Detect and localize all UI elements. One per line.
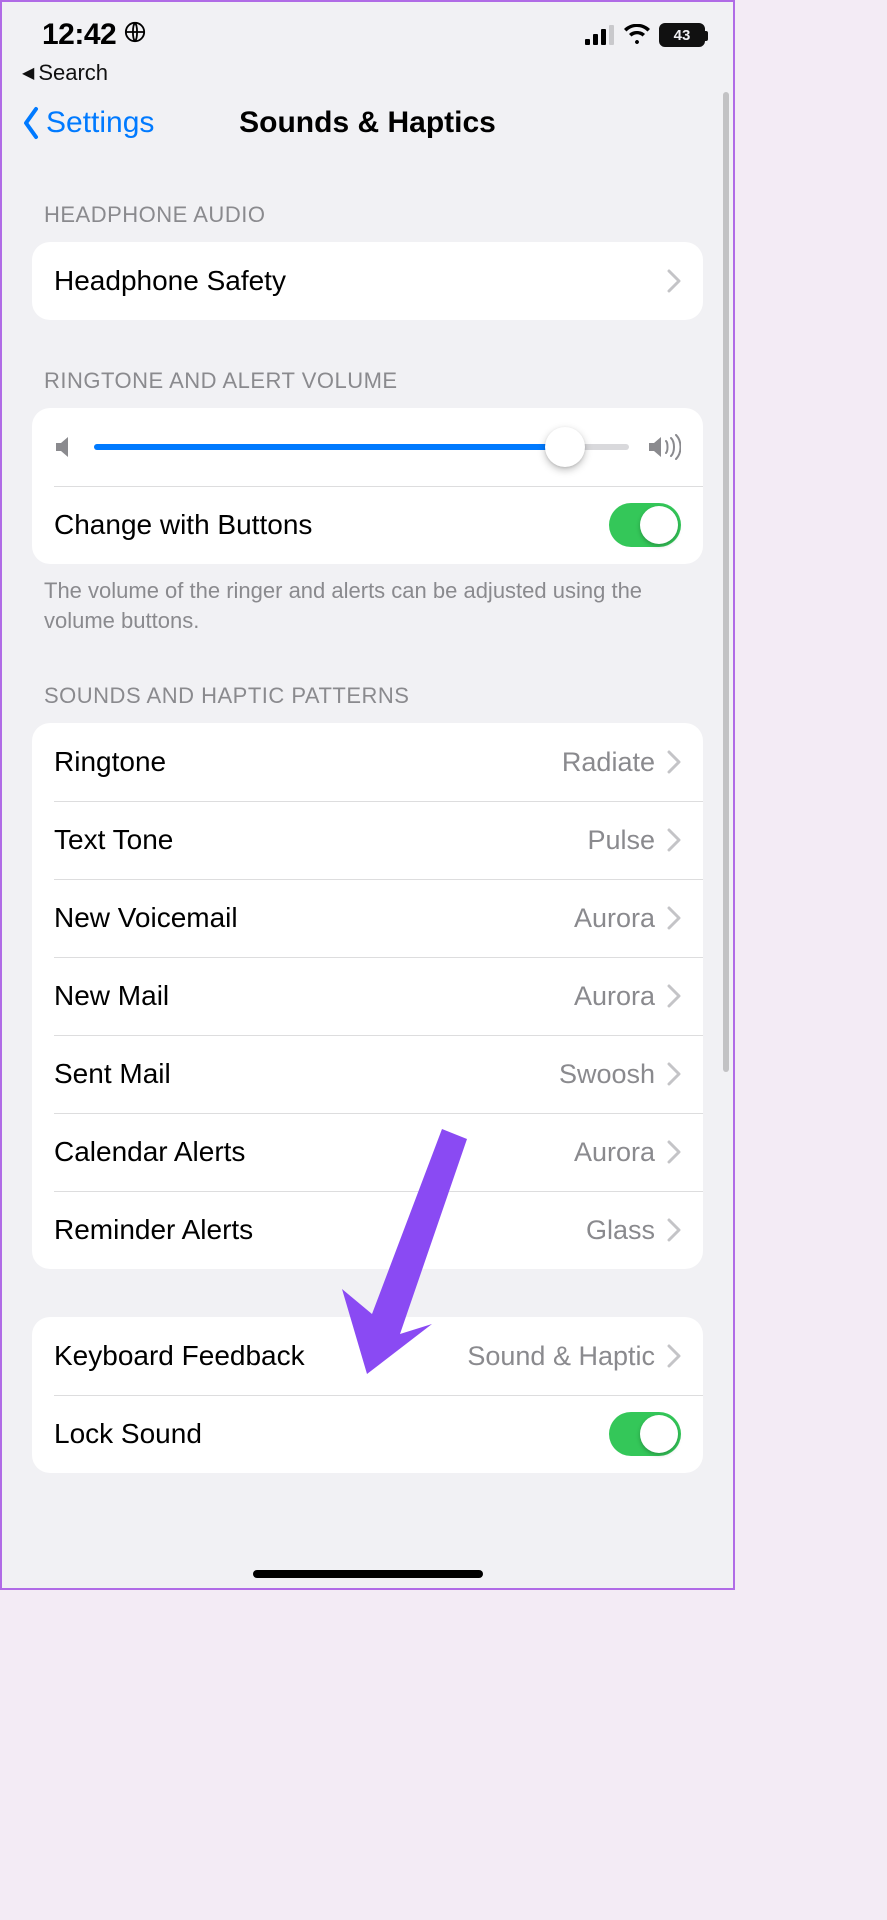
scroll-indicator bbox=[723, 92, 729, 1072]
chevron-right-icon bbox=[667, 750, 681, 774]
section-header-volume: RINGTONE AND ALERT VOLUME bbox=[32, 320, 703, 408]
chevron-right-icon bbox=[667, 1344, 681, 1368]
nav-back-label: Settings bbox=[46, 106, 154, 140]
group-patterns: Ringtone Radiate Text Tone Pulse New Voi… bbox=[32, 723, 703, 1269]
row-label: Reminder Alerts bbox=[54, 1214, 253, 1246]
battery-indicator: 43 bbox=[659, 23, 705, 47]
row-volume-slider bbox=[32, 408, 703, 486]
location-services-icon bbox=[124, 21, 146, 49]
status-clock: 12:42 bbox=[42, 18, 116, 52]
home-indicator[interactable] bbox=[253, 1570, 483, 1578]
row-value: Swoosh bbox=[559, 1059, 655, 1090]
row-sent-mail[interactable]: Sent Mail Swoosh bbox=[32, 1035, 703, 1113]
battery-percent: 43 bbox=[674, 27, 691, 44]
chevron-right-icon bbox=[667, 1218, 681, 1242]
speaker-max-icon bbox=[647, 434, 681, 460]
row-value: Radiate bbox=[562, 747, 655, 778]
row-reminder-alerts[interactable]: Reminder Alerts Glass bbox=[32, 1191, 703, 1269]
row-new-voicemail[interactable]: New Voicemail Aurora bbox=[32, 879, 703, 957]
section-header-headphone: HEADPHONE AUDIO bbox=[32, 154, 703, 242]
row-change-with-buttons[interactable]: Change with Buttons bbox=[32, 486, 703, 564]
page-title: Sounds & Haptics bbox=[239, 106, 496, 140]
row-value: Glass bbox=[586, 1215, 655, 1246]
back-to-app-label: Search bbox=[38, 60, 108, 86]
section-header-patterns: SOUNDS AND HAPTIC PATTERNS bbox=[32, 635, 703, 723]
volume-slider-thumb[interactable] bbox=[545, 427, 585, 467]
row-text-tone[interactable]: Text Tone Pulse bbox=[32, 801, 703, 879]
row-value: Pulse bbox=[587, 825, 655, 856]
back-to-app[interactable]: ◀ Search bbox=[2, 58, 733, 92]
wifi-icon bbox=[623, 24, 651, 46]
row-label: Ringtone bbox=[54, 746, 166, 778]
group-headphone: Headphone Safety bbox=[32, 242, 703, 320]
row-new-mail[interactable]: New Mail Aurora bbox=[32, 957, 703, 1035]
row-label: Lock Sound bbox=[54, 1418, 202, 1450]
group-volume: Change with Buttons bbox=[32, 408, 703, 564]
chevron-right-icon bbox=[667, 906, 681, 930]
row-label: New Mail bbox=[54, 980, 169, 1012]
chevron-right-icon bbox=[667, 1062, 681, 1086]
chevron-right-icon bbox=[667, 1140, 681, 1164]
section-footer-volume: The volume of the ringer and alerts can … bbox=[32, 564, 703, 635]
chevron-left-icon bbox=[20, 105, 44, 141]
row-label: Change with Buttons bbox=[54, 509, 312, 541]
row-label: Headphone Safety bbox=[54, 265, 286, 297]
nav-header: Settings Sounds & Haptics bbox=[2, 92, 733, 154]
row-lock-sound[interactable]: Lock Sound bbox=[32, 1395, 703, 1473]
chevron-right-icon bbox=[667, 984, 681, 1008]
row-headphone-safety[interactable]: Headphone Safety bbox=[32, 242, 703, 320]
row-value: Aurora bbox=[574, 1137, 655, 1168]
row-label: Text Tone bbox=[54, 824, 173, 856]
cellular-signal-icon bbox=[585, 25, 615, 45]
chevron-right-icon bbox=[667, 269, 681, 293]
row-calendar-alerts[interactable]: Calendar Alerts Aurora bbox=[32, 1113, 703, 1191]
chevron-right-icon bbox=[667, 828, 681, 852]
row-value: Aurora bbox=[574, 903, 655, 934]
volume-slider-fill bbox=[94, 444, 565, 450]
row-keyboard-feedback[interactable]: Keyboard Feedback Sound & Haptic bbox=[32, 1317, 703, 1395]
row-label: Keyboard Feedback bbox=[54, 1340, 305, 1372]
row-label: Calendar Alerts bbox=[54, 1136, 245, 1168]
row-ringtone[interactable]: Ringtone Radiate bbox=[32, 723, 703, 801]
device-frame: 12:42 43 ◀ Search Settings Sounds & Hap bbox=[0, 0, 735, 1590]
nav-back-button[interactable]: Settings bbox=[20, 105, 154, 141]
volume-slider[interactable] bbox=[94, 444, 629, 450]
row-value: Sound & Haptic bbox=[467, 1341, 655, 1372]
toggle-change-with-buttons[interactable] bbox=[609, 503, 681, 547]
row-label: Sent Mail bbox=[54, 1058, 171, 1090]
status-bar: 12:42 43 bbox=[2, 2, 733, 58]
back-triangle-icon: ◀ bbox=[22, 63, 34, 83]
row-value: Aurora bbox=[574, 981, 655, 1012]
speaker-min-icon bbox=[54, 435, 76, 459]
group-misc: Keyboard Feedback Sound & Haptic Lock So… bbox=[32, 1317, 703, 1473]
toggle-lock-sound[interactable] bbox=[609, 1412, 681, 1456]
row-label: New Voicemail bbox=[54, 902, 238, 934]
